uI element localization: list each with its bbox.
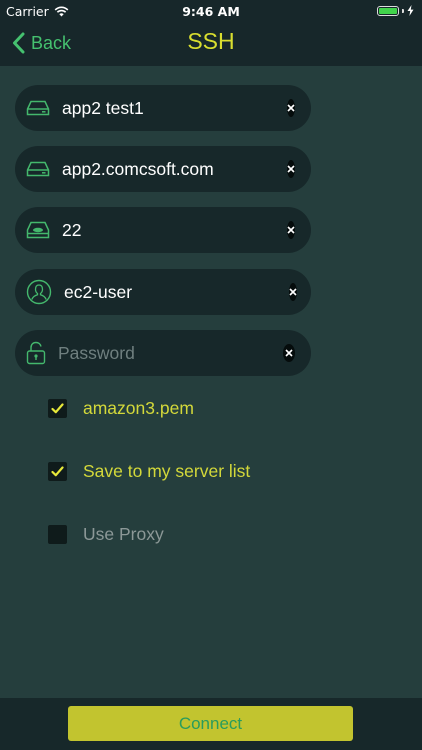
key-file-checkbox[interactable] bbox=[48, 399, 67, 418]
drive-icon bbox=[26, 95, 50, 121]
checkmark-icon bbox=[51, 403, 64, 414]
close-icon bbox=[287, 165, 295, 173]
key-file-label: amazon3.pem bbox=[83, 398, 194, 418]
connect-button[interactable]: Connect bbox=[68, 706, 353, 741]
password-field[interactable] bbox=[15, 330, 311, 376]
close-icon bbox=[287, 104, 295, 112]
save-server-label: Save to my server list bbox=[83, 461, 251, 481]
save-server-checkbox[interactable] bbox=[48, 462, 67, 481]
drive-icon bbox=[26, 156, 50, 182]
password-input[interactable] bbox=[58, 342, 283, 364]
clear-username-button[interactable] bbox=[289, 283, 297, 301]
bottom-bar: Connect bbox=[0, 698, 422, 750]
lock-icon bbox=[26, 340, 46, 366]
clear-password-button[interactable] bbox=[283, 344, 295, 362]
page-title: SSH bbox=[187, 28, 235, 54]
use-proxy-checkbox[interactable] bbox=[48, 525, 67, 544]
status-time: 9:46 AM bbox=[182, 4, 240, 19]
checkmark-icon bbox=[51, 466, 64, 477]
clear-port-button[interactable] bbox=[287, 221, 295, 239]
clear-name-button[interactable] bbox=[287, 99, 295, 117]
connection-name-field[interactable] bbox=[15, 85, 311, 131]
battery-indicator bbox=[377, 5, 414, 16]
key-file-option[interactable]: amazon3.pem bbox=[48, 398, 194, 419]
port-field[interactable] bbox=[15, 207, 311, 253]
connection-name-input[interactable] bbox=[62, 97, 287, 119]
host-field[interactable] bbox=[15, 146, 311, 192]
use-proxy-option[interactable]: Use Proxy bbox=[48, 524, 164, 545]
port-input[interactable] bbox=[62, 219, 287, 241]
close-icon bbox=[285, 349, 293, 357]
drive-port-icon bbox=[26, 217, 50, 243]
username-input[interactable] bbox=[64, 281, 289, 303]
charging-bolt-icon bbox=[407, 5, 414, 16]
username-field[interactable] bbox=[15, 269, 311, 315]
use-proxy-label: Use Proxy bbox=[83, 524, 164, 544]
navigation-bar: Back SSH bbox=[0, 22, 422, 66]
clear-host-button[interactable] bbox=[287, 160, 295, 178]
host-input[interactable] bbox=[62, 158, 287, 180]
status-bar: Carrier 9:46 AM bbox=[0, 0, 422, 22]
close-icon bbox=[287, 226, 295, 234]
save-server-option[interactable]: Save to my server list bbox=[48, 461, 250, 482]
close-icon bbox=[289, 288, 297, 296]
user-icon bbox=[26, 279, 52, 305]
battery-icon bbox=[377, 5, 399, 16]
